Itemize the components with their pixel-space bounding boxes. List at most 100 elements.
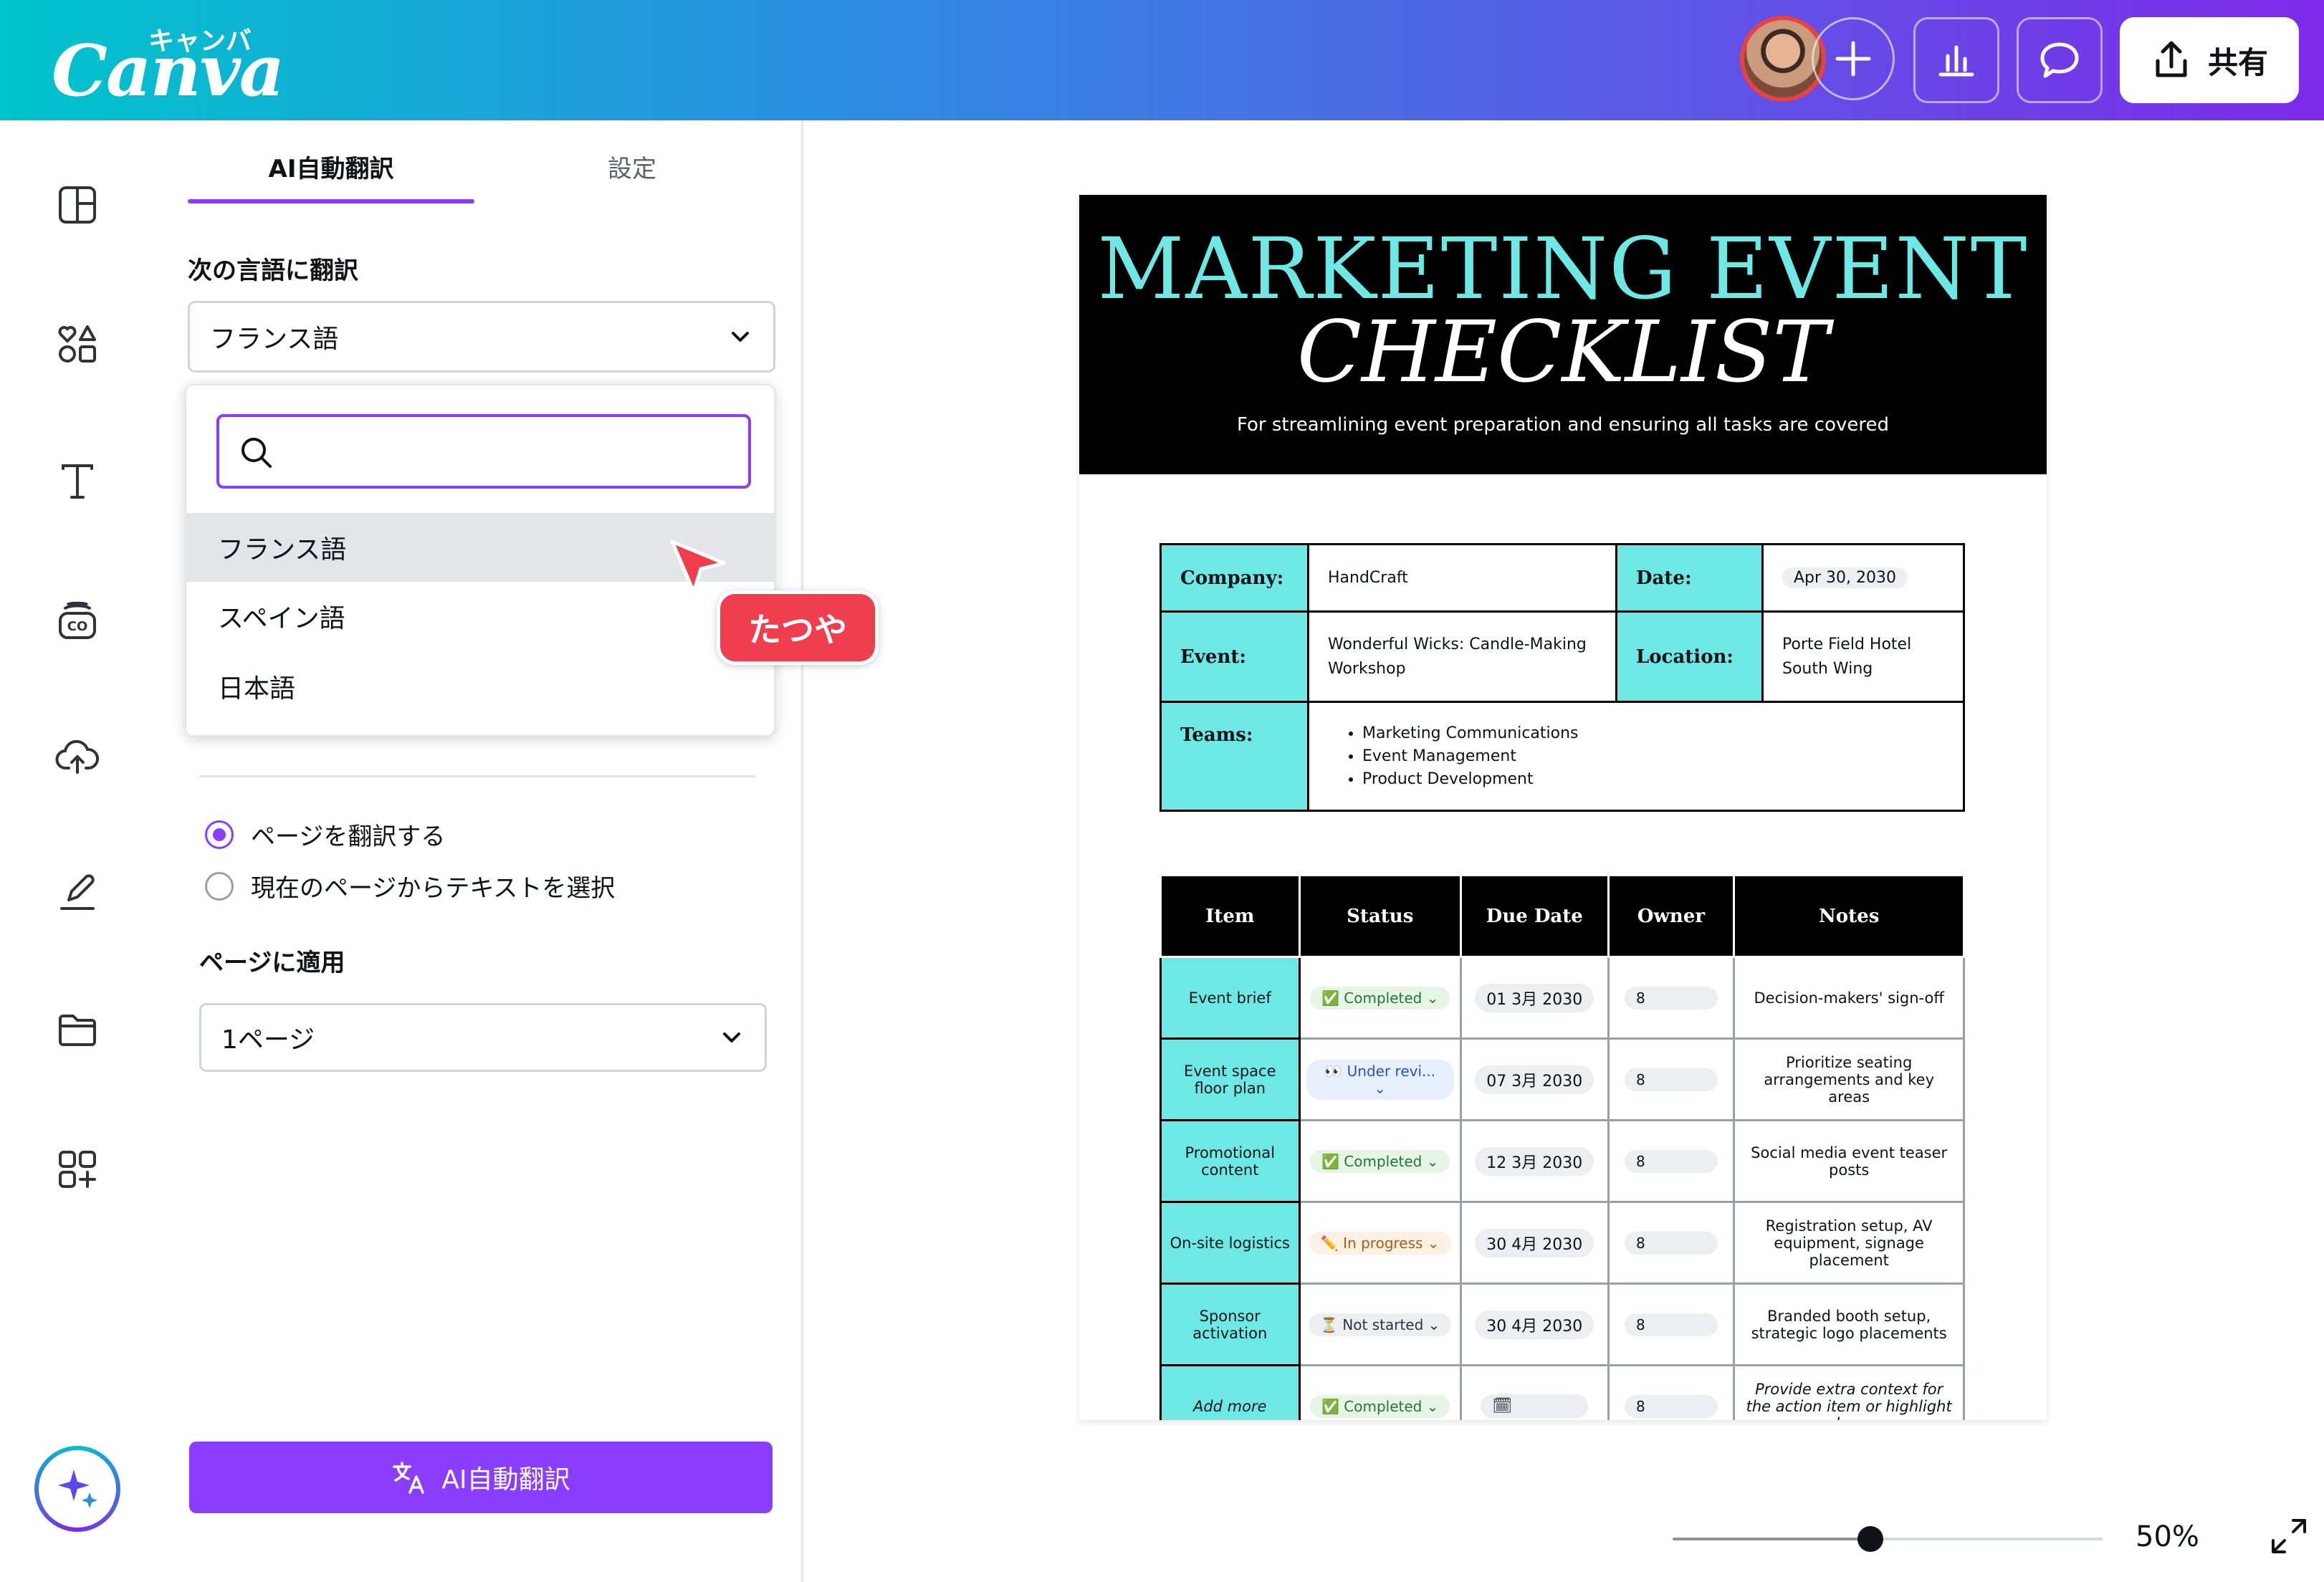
table-row[interactable]: Add more ✅ Completed ⌄ 🗓 8 Provide extra…	[1159, 1364, 1965, 1420]
item-cell[interactable]: Sponsor activation	[1159, 1283, 1301, 1366]
rail-design[interactable]	[49, 176, 106, 234]
owner-cell[interactable]: 8	[1607, 1364, 1736, 1420]
date-cell[interactable]: Apr 30, 2030	[1761, 543, 1965, 613]
translate-to-label: 次の言語に翻訳	[188, 257, 358, 285]
add-collaborator-button[interactable]	[1812, 17, 1895, 100]
due-date-pill[interactable]: 🗓	[1481, 1394, 1589, 1418]
notes-cell[interactable]: Social media event teaser posts	[1733, 1119, 1965, 1203]
event-info-table[interactable]: Company: HandCraft Date: Apr 30, 2030 Ev…	[1159, 543, 1965, 812]
radio-translate-page[interactable]: ページを翻訳する	[205, 817, 445, 852]
status-cell[interactable]: 👀 Under revi... ⌄	[1298, 1037, 1462, 1121]
due-date-pill[interactable]: 30 4月 2030	[1475, 1310, 1594, 1339]
status-cell[interactable]: ✅ Completed ⌄	[1298, 956, 1462, 1040]
notes-cell[interactable]: Branded booth setup, strategic logo plac…	[1733, 1283, 1965, 1366]
rail-draw[interactable]	[49, 864, 106, 921]
table-row[interactable]: Event brief ✅ Completed ⌄ 01 3月 2030 8 D…	[1159, 956, 1965, 1040]
due-date-pill[interactable]: 30 4月 2030	[1475, 1228, 1594, 1257]
company-label: Company:	[1159, 543, 1309, 613]
status-cell[interactable]: ✅ Completed ⌄	[1298, 1364, 1462, 1420]
owner-cell[interactable]: 8	[1607, 1037, 1736, 1121]
status-cell[interactable]: ✏️ In progress ⌄	[1298, 1201, 1462, 1285]
team-item: Event Management	[1362, 745, 1944, 768]
language-search-input[interactable]	[216, 414, 751, 489]
radio-button[interactable]	[205, 871, 234, 901]
tab-ai-translate[interactable]: AI自動翻訳	[188, 149, 474, 184]
company-value[interactable]: HandCraft	[1307, 543, 1617, 613]
owner-cell[interactable]: 8	[1607, 1283, 1736, 1366]
owner-pill[interactable]: 8	[1624, 1149, 1718, 1173]
item-cell[interactable]: Event brief	[1159, 956, 1301, 1040]
task-table[interactable]: Item Status Due Date Owner Notes Event b…	[1159, 874, 1965, 1420]
status-badge[interactable]: 👀 Under revi... ⌄	[1306, 1059, 1454, 1100]
col-header-item: Item	[1159, 874, 1301, 958]
due-cell[interactable]: 01 3月 2030	[1459, 956, 1610, 1040]
rail-text[interactable]	[49, 453, 106, 510]
language-select[interactable]: フランス語	[188, 301, 775, 373]
owner-cell[interactable]: 8	[1607, 956, 1736, 1040]
notes-cell[interactable]: Prioritize seating arrangements and key …	[1733, 1037, 1965, 1121]
teams-cell[interactable]: Marketing Communications Event Managemen…	[1307, 701, 1965, 812]
status-badge[interactable]: ✅ Completed ⌄	[1310, 1149, 1450, 1173]
due-date-pill[interactable]: 12 3月 2030	[1475, 1146, 1594, 1176]
fullscreen-icon[interactable]	[2267, 1515, 2310, 1558]
team-item: Product Development	[1362, 768, 1944, 791]
owner-pill[interactable]: 8	[1624, 1068, 1718, 1091]
zoom-slider-fill	[1673, 1538, 1870, 1540]
due-cell[interactable]: 30 4月 2030	[1459, 1201, 1610, 1285]
owner-pill[interactable]: 8	[1624, 1394, 1718, 1418]
design-page[interactable]: MARKETING EVENT CHECKLIST For streamlini…	[1079, 195, 2047, 1420]
status-badge[interactable]: ✅ Completed ⌄	[1310, 1394, 1450, 1418]
rail-uploads[interactable]	[49, 728, 106, 785]
item-cell[interactable]: Promotional content	[1159, 1119, 1301, 1203]
owner-pill[interactable]: 8	[1624, 1231, 1718, 1255]
ai-translate-button[interactable]: AI自動翻訳	[189, 1442, 773, 1513]
item-cell[interactable]: Add more	[1159, 1364, 1301, 1420]
event-value[interactable]: Wonderful Wicks: Candle-Making Workshop	[1307, 610, 1617, 703]
status-badge[interactable]: ✏️ In progress ⌄	[1309, 1231, 1451, 1255]
table-row[interactable]: Promotional content ✅ Completed ⌄ 12 3月 …	[1159, 1119, 1965, 1203]
canva-editor: キャンバ Canva 共有 CO AI自動翻訳 設定 次の言語に翻訳 フランス語…	[0, 0, 2324, 1582]
notes-cell[interactable]: Registration setup, AV equipment, signag…	[1733, 1201, 1965, 1285]
rail-elements[interactable]	[49, 315, 106, 373]
tab-settings[interactable]: 設定	[489, 149, 775, 184]
table-row[interactable]: On-site logistics ✏️ In progress ⌄ 30 4月…	[1159, 1201, 1965, 1285]
due-date-pill[interactable]: 01 3月 2030	[1475, 983, 1594, 1012]
magic-button[interactable]	[34, 1446, 120, 1532]
notes-cell[interactable]: Provide extra context for the action ite…	[1733, 1364, 1965, 1420]
date-value: Apr 30, 2030	[1782, 567, 1908, 588]
page-select[interactable]: 1ページ	[199, 1003, 767, 1072]
location-value[interactable]: Porte Field Hotel South Wing	[1761, 610, 1965, 703]
due-cell[interactable]: 12 3月 2030	[1459, 1119, 1610, 1203]
owner-cell[interactable]: 8	[1607, 1119, 1736, 1203]
table-row[interactable]: Event space floor plan 👀 Under revi... ⌄…	[1159, 1037, 1965, 1121]
status-cell[interactable]: ✅ Completed ⌄	[1298, 1119, 1462, 1203]
zoom-slider-handle[interactable]	[1857, 1526, 1883, 1552]
radio-select-text[interactable]: 現在のページからテキストを選択	[205, 868, 615, 903]
rail-projects[interactable]	[49, 1002, 106, 1059]
status-badge[interactable]: ✅ Completed ⌄	[1310, 986, 1450, 1010]
doc-subtitle[interactable]: For streamlining event preparation and e…	[1079, 414, 2047, 436]
owner-cell[interactable]: 8	[1607, 1201, 1736, 1285]
comment-button[interactable]	[2017, 17, 2103, 103]
owner-pill[interactable]: 8	[1624, 1313, 1718, 1336]
share-button[interactable]: 共有	[2120, 17, 2299, 103]
status-cell[interactable]: ⏳ Not started ⌄	[1298, 1283, 1462, 1366]
zoom-level[interactable]: 50%	[2136, 1520, 2199, 1553]
radio-button-checked[interactable]	[205, 820, 234, 849]
due-cell[interactable]: 07 3月 2030	[1459, 1037, 1610, 1121]
item-cell[interactable]: Event space floor plan	[1159, 1037, 1301, 1121]
due-cell[interactable]: 30 4月 2030	[1459, 1283, 1610, 1366]
doc-title-line2[interactable]: CHECKLIST	[1079, 302, 2047, 401]
language-option-japanese[interactable]: 日本語	[186, 652, 774, 721]
table-row[interactable]: Sponsor activation ⏳ Not started ⌄ 30 4月…	[1159, 1283, 1965, 1366]
rail-apps[interactable]	[49, 1141, 106, 1198]
due-date-pill[interactable]: 07 3月 2030	[1475, 1065, 1594, 1094]
rail-brand[interactable]: CO	[49, 592, 106, 649]
insights-button[interactable]	[1913, 17, 1999, 103]
due-cell[interactable]: 🗓	[1459, 1364, 1610, 1420]
owner-pill[interactable]: 8	[1624, 986, 1718, 1010]
status-badge[interactable]: ⏳ Not started ⌄	[1309, 1313, 1452, 1336]
item-cell[interactable]: On-site logistics	[1159, 1201, 1301, 1285]
elements-icon	[58, 325, 96, 363]
notes-cell[interactable]: Decision-makers' sign-off	[1733, 956, 1965, 1040]
